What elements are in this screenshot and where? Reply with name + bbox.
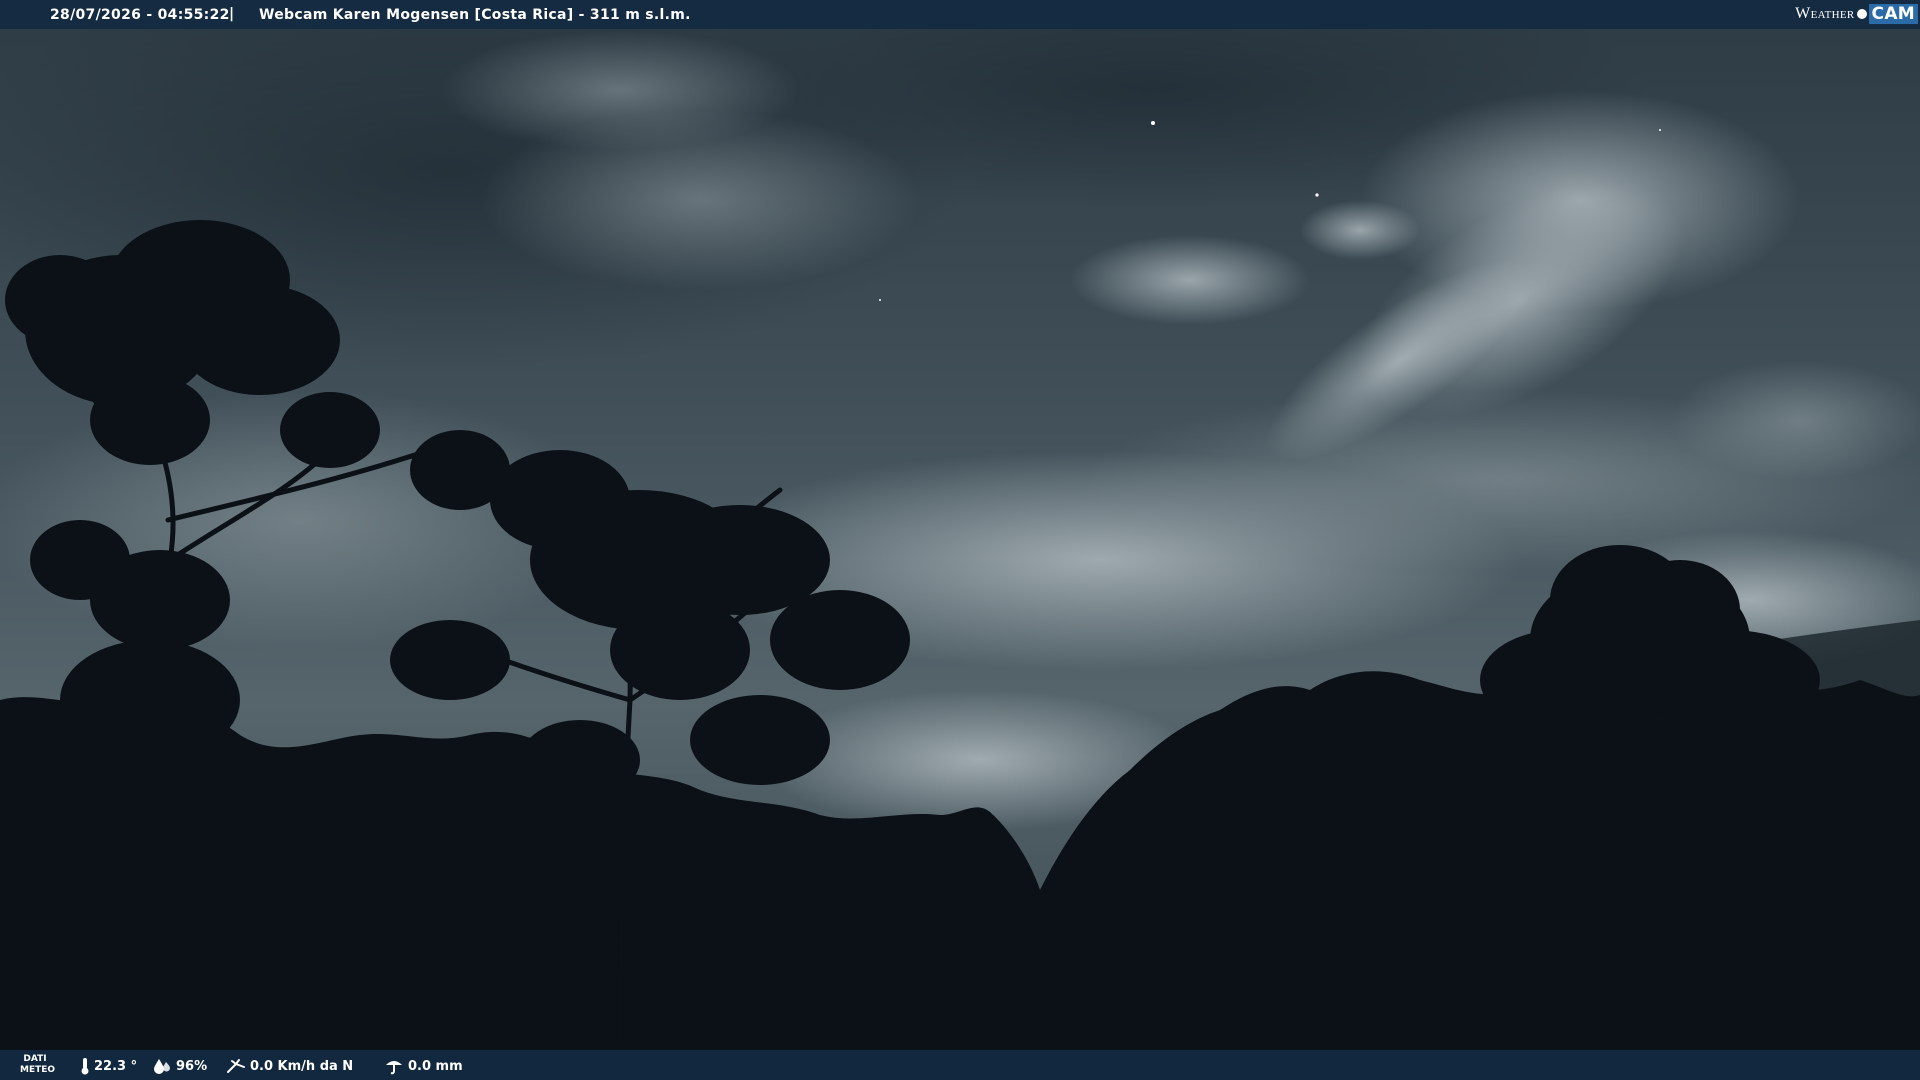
logo-text-weather: Weather xyxy=(1795,5,1855,22)
logo-text-cam: CAM xyxy=(1868,4,1918,24)
webcam-frame: 28/07/2026 - 04:55:22 | Webcam Karen Mog… xyxy=(0,0,1920,1080)
timestamp: 28/07/2026 - 04:55:22 xyxy=(50,7,230,23)
temperature-reading: 22.3 ° xyxy=(80,1057,137,1075)
info-top-bar: 28/07/2026 - 04:55:22 | Webcam Karen Mog… xyxy=(0,0,1920,29)
humidity-value: 96% xyxy=(176,1058,208,1074)
humidity-icon xyxy=(154,1059,170,1074)
header-separator: | xyxy=(229,6,235,22)
weather-data-label: DATI METEO xyxy=(20,1054,56,1076)
wind-icon xyxy=(227,1059,245,1073)
logo-dot-icon xyxy=(1856,9,1867,19)
wind-value: 0.0 Km/h da N xyxy=(250,1058,354,1074)
webcam-title: Webcam Karen Mogensen [Costa Rica] - 311… xyxy=(259,7,691,23)
rain-value: 0.0 mm xyxy=(408,1058,463,1074)
rain-reading: 0.0 mm xyxy=(384,1057,463,1075)
wind-reading: 0.0 Km/h da N xyxy=(226,1057,353,1075)
weather-label-line1: DATI xyxy=(23,1054,47,1064)
humidity-reading: 96% xyxy=(152,1057,207,1075)
temperature-value: 22.3 ° xyxy=(94,1058,138,1074)
weather-data-bar: DATI METEO 22.3 ° 96% 0.0 Km/h da N 0.0 … xyxy=(0,1050,1920,1080)
rain-icon xyxy=(386,1061,402,1075)
weather-label-line2: METEO xyxy=(20,1065,56,1075)
weathercam-logo: Weather CAM xyxy=(1795,4,1918,24)
thermometer-icon xyxy=(81,1058,89,1075)
webcam-scene xyxy=(0,0,1920,1080)
